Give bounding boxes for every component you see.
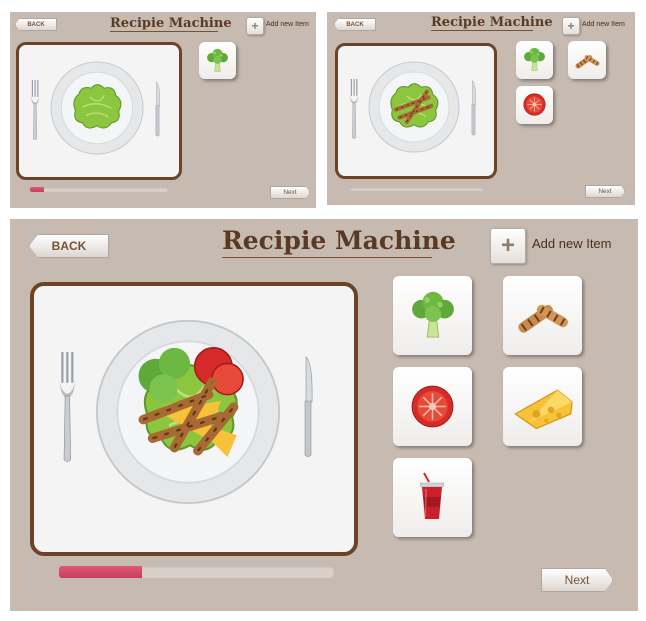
add-item-label[interactable]: Add new Item	[266, 21, 309, 28]
ingredient-tile-broccoli[interactable]	[199, 42, 236, 79]
next-button[interactable]: Next	[585, 185, 625, 198]
plus-icon: +	[567, 19, 575, 33]
chicken-icon	[509, 282, 575, 348]
broccoli-icon	[203, 46, 232, 75]
tomato-icon	[407, 381, 458, 432]
ingredient-tile-tomato[interactable]	[393, 367, 472, 446]
full-salad-icon	[112, 324, 268, 484]
progress-bar	[350, 187, 484, 191]
progress-bar	[59, 566, 334, 578]
ingredient-tile-chicken[interactable]	[503, 276, 582, 355]
fork-icon	[58, 327, 80, 487]
next-button[interactable]: Next	[270, 186, 310, 199]
knife-icon	[468, 66, 479, 150]
add-item-label[interactable]: Add new Item	[532, 236, 612, 251]
back-button[interactable]: BACK	[15, 18, 57, 31]
soda-cup-icon	[407, 464, 457, 530]
salad-icon	[376, 70, 452, 142]
screen-2: BACK Recipie Machine + Add new Item Next	[327, 12, 635, 205]
chicken-icon	[571, 44, 603, 76]
add-item-button[interactable]: +	[246, 17, 264, 35]
screen-3: BACK Recipie Machine + Add new Item Next	[10, 219, 638, 611]
lettuce-icon	[59, 71, 135, 143]
knife-icon	[152, 66, 163, 152]
add-item-label[interactable]: Add new Item	[582, 21, 625, 28]
plus-icon: +	[500, 232, 515, 259]
page-title: Recipie Machine	[431, 15, 553, 31]
ingredient-tile-cheese[interactable]	[503, 367, 582, 446]
page-title: Recipie Machine	[222, 226, 456, 258]
next-button[interactable]: Next	[541, 568, 613, 592]
back-button[interactable]: BACK	[334, 18, 376, 31]
cheese-icon	[507, 373, 579, 439]
knife-icon	[298, 326, 318, 488]
ingredient-tile-soda[interactable]	[393, 458, 472, 537]
plus-icon: +	[251, 19, 259, 33]
progress-bar	[30, 187, 168, 192]
tomato-icon	[521, 91, 548, 118]
progress-fill	[30, 187, 44, 192]
ingredient-tile-tomato[interactable]	[516, 86, 553, 124]
screen-1: BACK Recipie Machine + Add new Item Next	[10, 12, 316, 208]
placemat	[16, 42, 182, 180]
broccoli-icon	[404, 286, 462, 344]
add-item-button[interactable]: +	[490, 228, 526, 264]
back-button[interactable]: BACK	[29, 234, 109, 258]
ingredient-tile-broccoli[interactable]	[393, 276, 472, 355]
broccoli-icon	[520, 45, 549, 74]
fork-icon	[349, 67, 361, 151]
ingredient-tile-chicken[interactable]	[568, 41, 606, 79]
add-item-button[interactable]: +	[562, 17, 580, 35]
progress-fill	[59, 566, 142, 578]
ingredient-tile-broccoli[interactable]	[516, 41, 553, 79]
placemat	[30, 282, 358, 556]
placemat	[335, 43, 497, 179]
fork-icon	[30, 67, 42, 153]
page-title: Recipie Machine	[110, 16, 232, 32]
